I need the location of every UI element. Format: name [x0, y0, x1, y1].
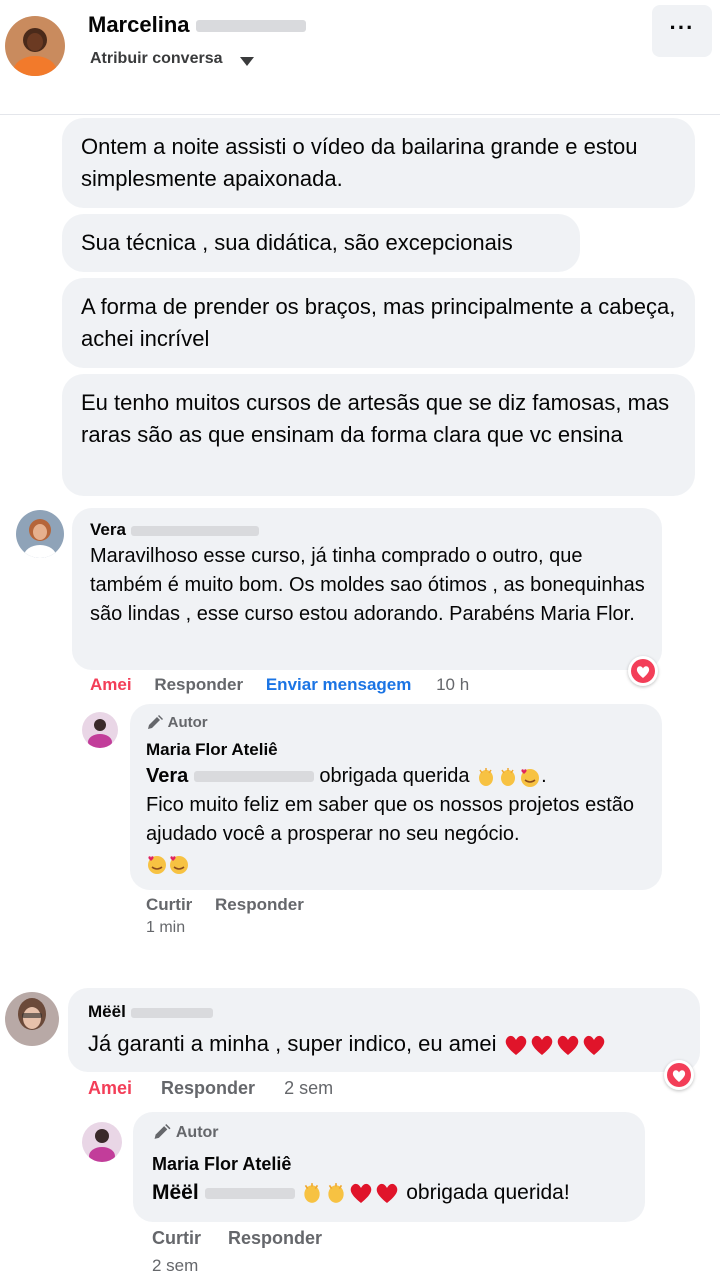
message-bubble: Ontem a noite assisti o vídeo da bailari… [62, 118, 695, 208]
love-reaction-button[interactable]: Amei [90, 675, 132, 694]
message-bubble: A forma de prender os braços, mas princi… [62, 278, 695, 368]
conversation-header: Marcelina Atribuir conversa ··· [0, 0, 720, 115]
comment-timestamp: 10 h [436, 675, 470, 694]
redacted-surname [195, 20, 306, 33]
comment-text: Maravilhoso esse curso, já tinha comprad… [90, 545, 645, 625]
reply-actions: Curtir Responder [152, 1228, 322, 1249]
reply-button[interactable]: Responder [161, 1078, 255, 1098]
commenter-avatar[interactable] [16, 510, 64, 558]
redacted-surname [193, 771, 314, 783]
message-bubble: Sua técnica , sua didática, são excepcio… [62, 214, 580, 272]
heart-emoji [505, 1036, 526, 1056]
heart-reaction-icon[interactable] [628, 656, 658, 686]
commenter-avatar[interactable] [5, 992, 59, 1046]
redacted-surname [130, 1007, 213, 1018]
redacted-surname [130, 525, 259, 536]
clap-emoji [501, 767, 516, 786]
comment-text: Já garanti a minha , super indico, eu am… [88, 1029, 688, 1058]
author-badge: Autor [152, 1124, 219, 1142]
caret-down-icon[interactable] [240, 57, 254, 66]
send-message-link[interactable]: Enviar mensagem [266, 675, 412, 694]
clap-emoji [328, 1183, 345, 1204]
page-avatar[interactable] [82, 1122, 122, 1162]
comment-author[interactable]: Vera [90, 520, 259, 540]
hearts-emoji-group [503, 1031, 607, 1056]
mention-tag[interactable]: Mëël [152, 1181, 300, 1204]
smiling-hearts-emoji [170, 855, 188, 874]
comment-actions: Amei Responder Enviar mensagem 10 h [90, 675, 469, 695]
clap-emoji [304, 1183, 321, 1204]
reply-timestamp: 2 sem [152, 1256, 199, 1275]
heart-emoji [377, 1184, 398, 1204]
pencil-icon [154, 1124, 171, 1140]
reply-button[interactable]: Responder [215, 895, 304, 914]
heart-emoji [557, 1036, 578, 1056]
reply-actions: Curtir Responder [146, 895, 304, 915]
like-button[interactable]: Curtir [146, 895, 192, 914]
more-horizontal-icon: ··· [669, 15, 695, 40]
message-bubble: Eu tenho muitos cursos de artesãs que se… [62, 374, 695, 496]
page-avatar[interactable] [82, 712, 118, 748]
heart-emoji [583, 1036, 604, 1056]
reply-text: Vera obrigada querida . Fico muito feliz… [146, 762, 646, 878]
pencil-icon [148, 715, 163, 730]
contact-name[interactable]: Marcelina [88, 12, 306, 38]
author-badge: Autor [146, 714, 208, 731]
comment-author[interactable]: Mëël [88, 1002, 213, 1022]
love-reaction-button[interactable]: Amei [88, 1078, 132, 1098]
smiling-hearts-emoji [148, 855, 166, 874]
reply-text: Mëël obrigada querida! [152, 1181, 570, 1204]
comment-actions: Amei Responder 2 sem [88, 1078, 333, 1099]
mention-tag[interactable]: Vera [146, 765, 319, 787]
smiling-hearts-emoji [521, 768, 540, 787]
reply-author[interactable]: Maria Flor Ateliê [152, 1154, 291, 1175]
reply-timestamp: 1 min [146, 919, 186, 936]
more-options-button[interactable]: ··· [652, 5, 712, 57]
heart-reaction-icon[interactable] [664, 1060, 694, 1090]
like-button[interactable]: Curtir [152, 1228, 201, 1248]
comment-timestamp: 2 sem [284, 1078, 334, 1098]
redacted-surname [204, 1187, 295, 1199]
reply-button[interactable]: Responder [154, 675, 243, 694]
heart-emoji [351, 1184, 372, 1204]
clap-emoji [479, 767, 494, 786]
assign-conversation-dropdown[interactable]: Atribuir conversa [90, 50, 222, 68]
contact-avatar[interactable] [5, 16, 65, 76]
reply-button[interactable]: Responder [228, 1228, 322, 1248]
heart-emoji [531, 1036, 552, 1056]
reply-author[interactable]: Maria Flor Ateliê [146, 740, 278, 760]
